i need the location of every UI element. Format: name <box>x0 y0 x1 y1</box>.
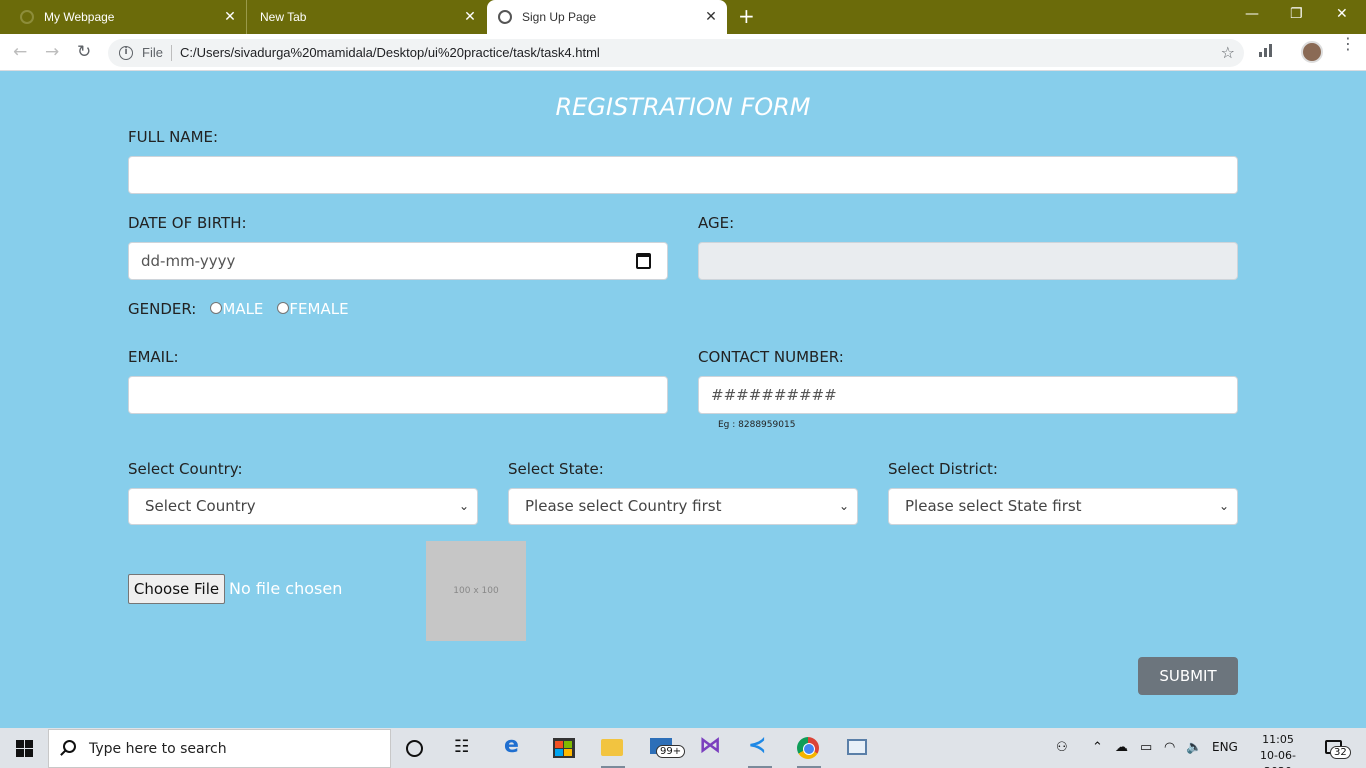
contact-placeholder: ########## <box>711 386 837 404</box>
cortana-icon[interactable] <box>406 740 423 757</box>
tab-label: My Webpage <box>44 10 115 24</box>
browser-tabstrip: My Webpage ✕ New Tab ✕ Sign Up Page ✕ + … <box>0 0 1366 34</box>
state-label: Select State: <box>508 460 604 478</box>
tab-my-webpage[interactable]: My Webpage ✕ <box>0 0 246 34</box>
form-title: REGISTRATION FORM <box>555 93 811 121</box>
chevron-up-icon[interactable]: ⌃ <box>1092 740 1103 755</box>
close-tab-icon[interactable]: ✕ <box>222 9 238 25</box>
chevron-down-icon: ⌄ <box>838 499 849 513</box>
tab-label: Sign Up Page <box>522 10 597 24</box>
window-close-icon[interactable]: ✕ <box>1336 6 1348 22</box>
remote-desktop-icon[interactable] <box>847 739 867 755</box>
taskbar-search-box[interactable]: Type here to search <box>48 729 391 768</box>
dob-label: DATE OF BIRTH: <box>128 214 247 232</box>
gender-label: GENDER: <box>128 300 197 318</box>
gender-female-label[interactable]: FEMALE <box>289 300 348 318</box>
full-name-label: FULL NAME: <box>128 128 219 146</box>
onedrive-cloud-icon[interactable]: ☁ <box>1115 740 1128 755</box>
country-select-value: Select Country <box>145 497 256 515</box>
tab-new-tab[interactable]: New Tab ✕ <box>246 0 486 34</box>
url-text[interactable]: C:/Users/sivadurga%20mamidala/Desktop/ui… <box>180 45 600 60</box>
age-label: AGE: <box>698 214 735 232</box>
taskbar-clock[interactable]: 11:05 10-06-2020 <box>1254 732 1302 768</box>
bookmark-star-icon[interactable]: ☆ <box>1221 43 1235 62</box>
taskbar-search-placeholder: Type here to search <box>89 741 227 757</box>
profile-avatar[interactable] <box>1301 41 1323 63</box>
people-icon[interactable]: ⚇ <box>1056 740 1068 755</box>
clock-date: 10-06-2020 <box>1260 749 1296 768</box>
minimize-icon[interactable]: — <box>1245 6 1259 22</box>
chrome-icon[interactable] <box>797 737 819 759</box>
state-select[interactable]: Please select Country first ⌄ <box>508 488 858 525</box>
extension-chart-icon[interactable] <box>1259 43 1275 57</box>
tab-label: New Tab <box>260 10 307 24</box>
wifi-icon[interactable]: ◠ <box>1164 740 1175 755</box>
restore-icon[interactable]: ❐ <box>1290 6 1303 22</box>
address-bar[interactable]: i File C:/Users/sivadurga%20mamidala/Des… <box>108 39 1244 67</box>
language-indicator[interactable]: ENG <box>1212 740 1238 754</box>
choose-file-button[interactable]: Choose File <box>128 574 225 604</box>
gender-female-radio[interactable] <box>277 301 290 314</box>
full-name-input[interactable] <box>128 156 1238 194</box>
edge-icon[interactable]: e <box>504 733 528 758</box>
age-input <box>698 242 1238 280</box>
dob-placeholder: dd-mm-yyyy <box>141 252 236 270</box>
gender-male-label[interactable]: MALE <box>222 300 263 318</box>
volume-muted-icon[interactable]: 🔈 <box>1186 740 1202 755</box>
browser-toolbar: ← → ↻ i File C:/Users/sivadurga%20mamida… <box>0 34 1366 71</box>
gender-group: GENDER: MALE FEMALE <box>128 300 363 318</box>
submit-button[interactable]: SUBMIT <box>1138 657 1238 695</box>
page-favicon-icon <box>20 10 34 24</box>
chevron-down-icon: ⌄ <box>458 499 469 513</box>
district-label: Select District: <box>888 460 998 478</box>
district-select-value: Please select State first <box>905 497 1082 515</box>
address-divider <box>171 45 172 61</box>
contact-number-input[interactable]: ########## <box>698 376 1238 414</box>
back-arrow-icon[interactable]: ← <box>13 42 27 62</box>
clock-time: 11:05 <box>1262 733 1294 746</box>
registration-page: REGISTRATION FORM FULL NAME: DATE OF BIR… <box>0 71 1366 728</box>
contact-hint: Eg : 8288959015 <box>718 420 796 430</box>
new-tab-plus-icon[interactable]: + <box>738 6 755 26</box>
tab-sign-up-page[interactable]: Sign Up Page ✕ <box>487 0 727 34</box>
close-tab-icon[interactable]: ✕ <box>462 9 478 25</box>
reload-icon[interactable]: ↻ <box>77 42 91 62</box>
state-select-value: Please select Country first <box>525 497 722 515</box>
globe-icon <box>498 10 512 24</box>
visual-studio-icon[interactable]: ⋈ <box>699 733 723 758</box>
profile-image-placeholder: 100 x 100 <box>426 541 526 641</box>
task-view-icon[interactable]: ☷ <box>454 737 478 761</box>
kebab-menu-icon[interactable]: ⋮ <box>1340 36 1356 52</box>
dob-input[interactable]: dd-mm-yyyy <box>128 242 668 280</box>
search-icon <box>63 740 76 753</box>
battery-icon[interactable]: ▭ <box>1140 740 1152 755</box>
close-tab-icon[interactable]: ✕ <box>703 9 719 25</box>
gender-male-radio[interactable] <box>210 301 223 314</box>
mail-badge: 99+ <box>656 745 686 758</box>
info-icon[interactable]: i <box>119 46 133 60</box>
windows-start-icon[interactable] <box>16 740 33 757</box>
url-scheme-label: File <box>142 45 163 60</box>
email-input[interactable] <box>128 376 668 414</box>
email-label: EMAIL: <box>128 348 179 366</box>
vscode-icon[interactable]: ≺ <box>748 733 772 758</box>
file-status-text: No file chosen <box>229 579 343 598</box>
country-select[interactable]: Select Country ⌄ <box>128 488 478 525</box>
store-icon[interactable] <box>553 738 575 758</box>
chevron-down-icon: ⌄ <box>1218 499 1229 513</box>
calendar-icon[interactable] <box>636 253 651 269</box>
forward-arrow-icon[interactable]: → <box>45 42 59 62</box>
notification-count-badge: 32 <box>1330 746 1351 759</box>
district-select[interactable]: Please select State first ⌄ <box>888 488 1238 525</box>
country-label: Select Country: <box>128 460 243 478</box>
file-explorer-icon[interactable] <box>601 739 623 756</box>
contact-label: CONTACT NUMBER: <box>698 348 844 366</box>
